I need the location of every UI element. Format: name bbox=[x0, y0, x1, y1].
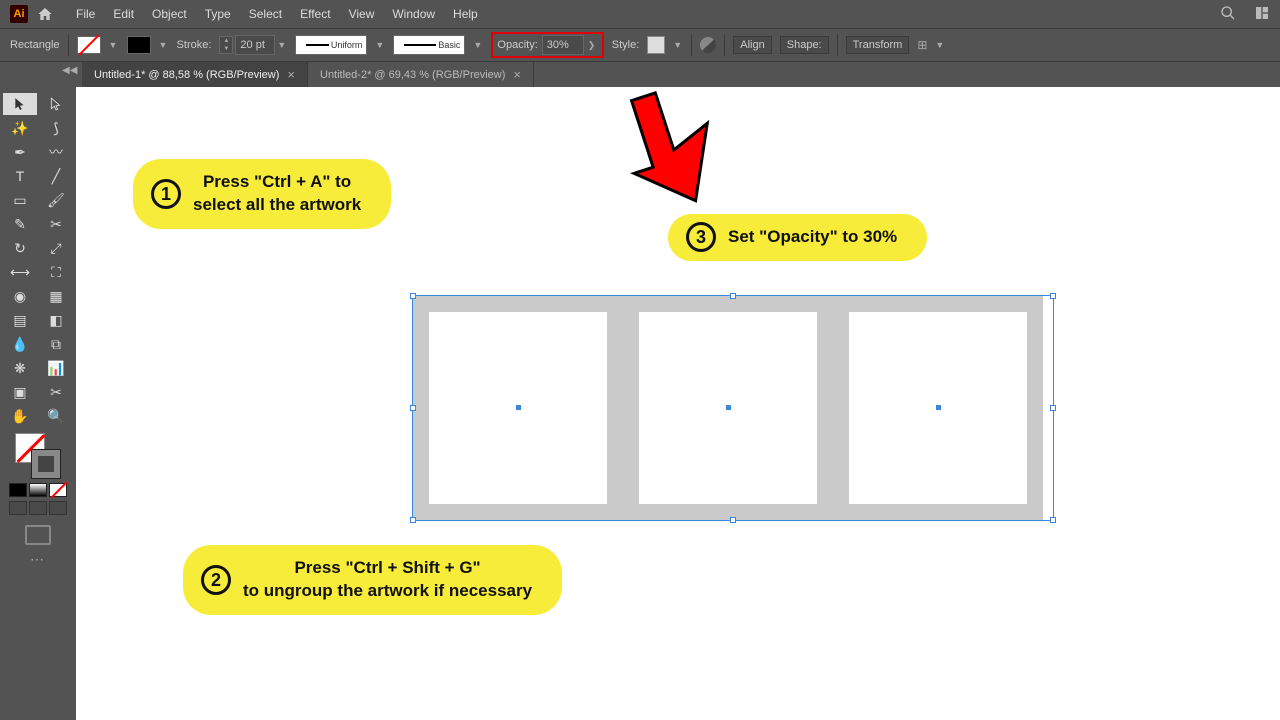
tools-panel: ✨ ⟆ ✒ 〰 T ╱ ▭ 🖌 ✎ ✂ ↻ ⤢ ⟷ ⛶ ◉ ▦ ▤ ◧ 💧 ⧉ … bbox=[0, 87, 76, 720]
menu-object[interactable]: Object bbox=[150, 3, 189, 25]
width-tool[interactable]: ⟷ bbox=[3, 261, 37, 283]
callout-1: 1 Press "Ctrl + A" to select all the art… bbox=[133, 159, 391, 229]
eraser-tool[interactable]: ✂ bbox=[39, 213, 73, 235]
selection-bounds bbox=[412, 295, 1054, 521]
menu-file[interactable]: File bbox=[74, 3, 97, 25]
line-tool[interactable]: ╱ bbox=[39, 165, 73, 187]
color-mode-row[interactable] bbox=[9, 483, 67, 497]
paintbrush-tool[interactable]: 🖌 bbox=[39, 189, 73, 211]
graphic-style-swatch[interactable] bbox=[647, 36, 665, 54]
curvature-tool[interactable]: 〰 bbox=[39, 141, 73, 163]
variable-width-profile[interactable]: Uniform bbox=[295, 35, 367, 55]
brush-definition[interactable]: Basic bbox=[393, 35, 465, 55]
tab-label: Untitled-2* @ 69,43 % (RGB/Preview) bbox=[320, 69, 505, 81]
direct-selection-tool[interactable] bbox=[39, 93, 73, 115]
stroke-weight-field[interactable] bbox=[235, 35, 275, 55]
artboard-tool[interactable]: ▣ bbox=[3, 381, 37, 403]
eyedropper-tool[interactable]: 💧 bbox=[3, 333, 37, 355]
align-button[interactable]: Align bbox=[733, 36, 771, 54]
control-bar: Rectangle ▼ ▼ Stroke: ▲▼ ▼ Uniform ▼ Bas… bbox=[0, 28, 1280, 62]
menu-effect[interactable]: Effect bbox=[298, 3, 332, 25]
slice-tool[interactable]: ✂ bbox=[39, 381, 73, 403]
home-icon[interactable] bbox=[36, 5, 54, 23]
arrow-annotation bbox=[616, 82, 726, 222]
document-tab-2[interactable]: Untitled-2* @ 69,43 % (RGB/Preview) × bbox=[308, 62, 534, 87]
opacity-field[interactable] bbox=[542, 35, 584, 55]
fill-swatch[interactable] bbox=[77, 36, 101, 54]
transform-button[interactable]: Transform bbox=[846, 36, 910, 54]
type-tool[interactable]: T bbox=[3, 165, 37, 187]
menu-edit[interactable]: Edit bbox=[111, 3, 136, 25]
callout-2: 2 Press "Ctrl + Shift + G" to ungroup th… bbox=[183, 545, 562, 615]
free-transform-tool[interactable]: ⛶ bbox=[39, 261, 73, 283]
pen-tool[interactable]: ✒ bbox=[3, 141, 37, 163]
perspective-tool[interactable]: ▦ bbox=[39, 285, 73, 307]
zoom-tool[interactable]: 🔍 bbox=[39, 405, 73, 427]
stroke-label: Stroke: bbox=[177, 39, 212, 51]
recolor-icon[interactable] bbox=[700, 37, 716, 53]
close-icon[interactable]: × bbox=[513, 67, 521, 82]
isolate-icon[interactable]: ⊞ bbox=[917, 38, 927, 52]
screen-mode-icon[interactable] bbox=[25, 525, 51, 545]
expand-panels-icon[interactable]: ◀◀ bbox=[62, 65, 77, 76]
selection-label: Rectangle bbox=[10, 39, 60, 51]
selection-tool[interactable] bbox=[3, 93, 37, 115]
hand-tool[interactable]: ✋ bbox=[3, 405, 37, 427]
style-label: Style: bbox=[612, 39, 640, 51]
edit-toolbar-icon[interactable]: ⋯ bbox=[30, 551, 46, 568]
canvas[interactable]: 1 Press "Ctrl + A" to select all the art… bbox=[76, 87, 1280, 720]
menu-window[interactable]: Window bbox=[390, 3, 437, 25]
rectangle-tool[interactable]: ▭ bbox=[3, 189, 37, 211]
app-logo: Ai bbox=[10, 5, 28, 23]
search-icon[interactable] bbox=[1220, 5, 1236, 24]
scale-tool[interactable]: ⤢ bbox=[39, 237, 73, 259]
opacity-label: Opacity: bbox=[497, 39, 537, 51]
lasso-tool[interactable]: ⟆ bbox=[39, 117, 73, 139]
magic-wand-tool[interactable]: ✨ bbox=[3, 117, 37, 139]
gradient-tool[interactable]: ◧ bbox=[39, 309, 73, 331]
menu-help[interactable]: Help bbox=[451, 3, 480, 25]
rotate-tool[interactable]: ↻ bbox=[3, 237, 37, 259]
opacity-dropdown[interactable]: ❯ bbox=[588, 40, 598, 51]
symbol-sprayer-tool[interactable]: ❋ bbox=[3, 357, 37, 379]
shaper-tool[interactable]: ✎ bbox=[3, 213, 37, 235]
tab-label: Untitled-1* @ 88,58 % (RGB/Preview) bbox=[94, 69, 279, 81]
menu-select[interactable]: Select bbox=[247, 3, 284, 25]
mesh-tool[interactable]: ▤ bbox=[3, 309, 37, 331]
menu-items: File Edit Object Type Select Effect View… bbox=[74, 3, 480, 25]
close-icon[interactable]: × bbox=[287, 67, 295, 82]
draw-modes[interactable] bbox=[9, 501, 67, 515]
stroke-dropdown[interactable]: ▼ bbox=[159, 40, 169, 50]
shape-builder-tool[interactable]: ◉ bbox=[3, 285, 37, 307]
shape-button[interactable]: Shape: bbox=[780, 36, 829, 54]
fill-stroke-color[interactable] bbox=[15, 433, 61, 479]
menu-view[interactable]: View bbox=[347, 3, 377, 25]
fill-dropdown[interactable]: ▼ bbox=[109, 40, 119, 50]
blend-tool[interactable]: ⧉ bbox=[39, 333, 73, 355]
graph-tool[interactable]: 📊 bbox=[39, 357, 73, 379]
stroke-swatch[interactable] bbox=[127, 36, 151, 54]
menu-type[interactable]: Type bbox=[203, 3, 233, 25]
callout-3: 3 Set "Opacity" to 30% bbox=[668, 214, 927, 261]
selected-artwork[interactable] bbox=[413, 296, 1053, 520]
stroke-weight[interactable]: ▲▼ ▼ bbox=[219, 35, 287, 55]
workspace-icon[interactable] bbox=[1254, 5, 1270, 24]
menubar: Ai File Edit Object Type Select Effect V… bbox=[0, 0, 1280, 28]
opacity-control-highlighted: Opacity: ❯ bbox=[491, 32, 603, 58]
document-tab-1[interactable]: Untitled-1* @ 88,58 % (RGB/Preview) × bbox=[82, 62, 308, 87]
